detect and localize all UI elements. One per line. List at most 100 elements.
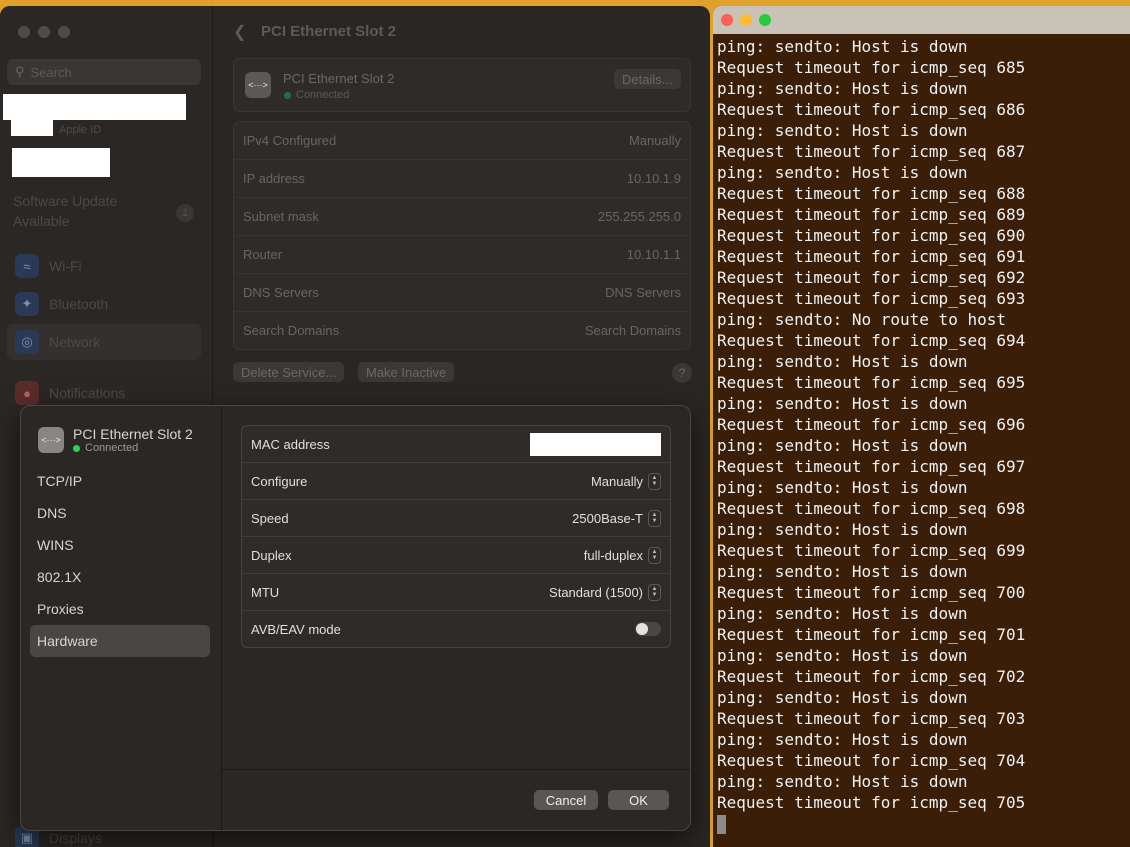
connected-dot-icon	[73, 444, 80, 452]
terminal-line: Request timeout for icmp_seq 699	[717, 541, 1026, 560]
software-update-badge: 1	[176, 204, 194, 222]
avb-eav-label: AVB/EAV mode	[251, 621, 341, 637]
interface-summary-card: <···> PCI Ethernet Slot 2 Connected Deta…	[233, 58, 691, 112]
sidebar-item-label: Wi-Fi	[49, 258, 82, 274]
terminal-line: ping: sendto: Host is down	[717, 562, 968, 581]
tab-wins[interactable]: WINS	[30, 529, 210, 561]
terminal-line: ping: sendto: Host is down	[717, 520, 968, 539]
sidebar-item-label: Notifications	[49, 385, 126, 401]
terminal-line: Request timeout for icmp_seq 686	[717, 100, 1026, 119]
sidebar-item-label: Displays	[49, 830, 102, 846]
apple-id-label: Apple ID	[59, 124, 102, 136]
redacted-account-detail	[11, 120, 53, 136]
row-value: Search Domains	[584, 323, 681, 338]
terminal-zoom-button[interactable]	[759, 14, 771, 26]
configure-popup[interactable]: Manually ▲ ▼	[590, 472, 661, 490]
sheet-interface-header: <···> PCI Ethernet Slot 2 Connected	[38, 426, 193, 454]
terminal-line: Request timeout for icmp_seq 693	[717, 289, 1026, 308]
terminal-line: ping: sendto: Host is down	[717, 79, 968, 98]
terminal-output[interactable]: ping: sendto: Host is down Request timeou…	[713, 34, 1130, 834]
mtu-row: MTU Standard (1500) ▲ ▼	[242, 573, 670, 610]
updown-chevron-icon: ▲ ▼	[648, 546, 661, 564]
duplex-popup[interactable]: full-duplex ▲ ▼	[583, 546, 661, 564]
terminal-line: ping: sendto: Host is down	[717, 352, 968, 371]
terminal-line: Request timeout for icmp_seq 688	[717, 184, 1026, 203]
dns-servers-row: DNS Servers DNS Servers	[234, 273, 690, 311]
terminal-minimize-button[interactable]	[740, 14, 752, 26]
terminal-line: ping: sendto: Host is down	[717, 688, 968, 707]
mtu-popup[interactable]: Standard (1500) ▲ ▼	[549, 583, 661, 601]
terminal-line: ping: sendto: Host is down	[717, 646, 968, 665]
delete-service-button[interactable]: Delete Service...	[233, 362, 345, 382]
avb-eav-row: AVB/EAV mode	[242, 610, 670, 647]
sidebar-search-field[interactable]: ⚲ Search	[7, 59, 201, 85]
row-label: IPv4 Configured	[243, 133, 337, 148]
ipv4-card: IPv4 Configured Manually IP address 10.1…	[233, 121, 691, 350]
interface-status-text: Connected	[296, 89, 350, 101]
duplex-label: Duplex	[251, 547, 292, 563]
software-update-label[interactable]: Software Update Available	[13, 191, 163, 231]
terminal-line: Request timeout for icmp_seq 691	[717, 247, 1026, 266]
tab-tcpip[interactable]: TCP/IP	[30, 465, 210, 497]
make-inactive-button[interactable]: Make Inactive	[358, 362, 455, 382]
configure-value: Manually	[590, 473, 643, 489]
terminal-line: Request timeout for icmp_seq 705	[717, 793, 1026, 812]
row-label: DNS Servers	[243, 285, 319, 300]
terminal-line: ping: sendto: Host is down	[717, 394, 968, 413]
row-value: 255.255.255.0	[597, 209, 681, 224]
configure-label: Configure	[251, 473, 308, 489]
terminal-prompt-line	[717, 813, 1130, 834]
terminal-line: ping: sendto: Host is down	[717, 37, 968, 56]
terminal-line: Request timeout for icmp_seq 692	[717, 268, 1026, 287]
search-icon: ⚲	[15, 64, 25, 79]
terminal-line: ping: sendto: Host is down	[717, 163, 968, 182]
details-button[interactable]: Details...	[614, 69, 681, 89]
sidebar-item-label: Bluetooth	[49, 296, 109, 312]
sheet-interface-status-text: Connected	[85, 442, 139, 454]
ok-button[interactable]: OK	[608, 790, 669, 810]
terminal-line: Request timeout for icmp_seq 695	[717, 373, 1026, 392]
row-value: DNS Servers	[605, 285, 681, 300]
bluetooth-icon: ✦	[15, 292, 39, 316]
wifi-icon: ≈	[15, 254, 39, 278]
minimize-window-button[interactable]	[38, 26, 50, 38]
terminal-line: Request timeout for icmp_seq 701	[717, 625, 1026, 644]
row-label: Search Domains	[243, 323, 340, 338]
tab-hardware[interactable]: Hardware	[30, 625, 210, 657]
duplex-value: full-duplex	[583, 547, 643, 563]
terminal-line: Request timeout for icmp_seq 697	[717, 457, 1026, 476]
help-button[interactable]: ?	[672, 363, 692, 383]
terminal-line: Request timeout for icmp_seq 690	[717, 226, 1026, 245]
cancel-button[interactable]: Cancel	[534, 790, 598, 810]
subnet-mask-row: Subnet mask 255.255.255.0	[234, 197, 690, 235]
speed-value: 2500Base-T	[572, 510, 643, 526]
zoom-window-button[interactable]	[58, 26, 70, 38]
tab-proxies[interactable]: Proxies	[30, 593, 210, 625]
redacted-item	[12, 148, 110, 177]
sheet-interface-info: PCI Ethernet Slot 2 Connected	[73, 426, 193, 454]
speed-popup[interactable]: 2500Base-T ▲ ▼	[572, 509, 661, 527]
sheet-footer-divider	[221, 769, 690, 770]
close-window-button[interactable]	[18, 26, 30, 38]
terminal-close-button[interactable]	[721, 14, 733, 26]
row-label: Subnet mask	[243, 209, 319, 224]
sidebar-item-network[interactable]: ◎ Network	[7, 324, 201, 360]
tab-8021x[interactable]: 802.1X	[30, 561, 210, 593]
search-domains-row: Search Domains Search Domains	[234, 311, 690, 349]
sheet-interface-status: Connected	[73, 442, 193, 454]
terminal-line: ping: sendto: Host is down	[717, 772, 968, 791]
sidebar-item-bluetooth[interactable]: ✦ Bluetooth	[7, 286, 201, 322]
tab-dns[interactable]: DNS	[30, 497, 210, 529]
avb-eav-toggle[interactable]	[635, 622, 661, 636]
mtu-value: Standard (1500)	[549, 584, 643, 600]
terminal-line: ping: sendto: Host is down	[717, 478, 968, 497]
router-row: Router 10.10.1.1	[234, 235, 690, 273]
notifications-icon: ●	[15, 381, 39, 405]
sidebar-item-wifi[interactable]: ≈ Wi-Fi	[7, 248, 201, 284]
terminal-line: ping: sendto: Host is down	[717, 436, 968, 455]
speed-label: Speed	[251, 510, 289, 526]
terminal-line: Request timeout for icmp_seq 700	[717, 583, 1026, 602]
duplex-row: Duplex full-duplex ▲ ▼	[242, 536, 670, 573]
back-chevron-icon[interactable]: ❮	[233, 22, 246, 42]
redacted-mac-address	[530, 432, 661, 456]
